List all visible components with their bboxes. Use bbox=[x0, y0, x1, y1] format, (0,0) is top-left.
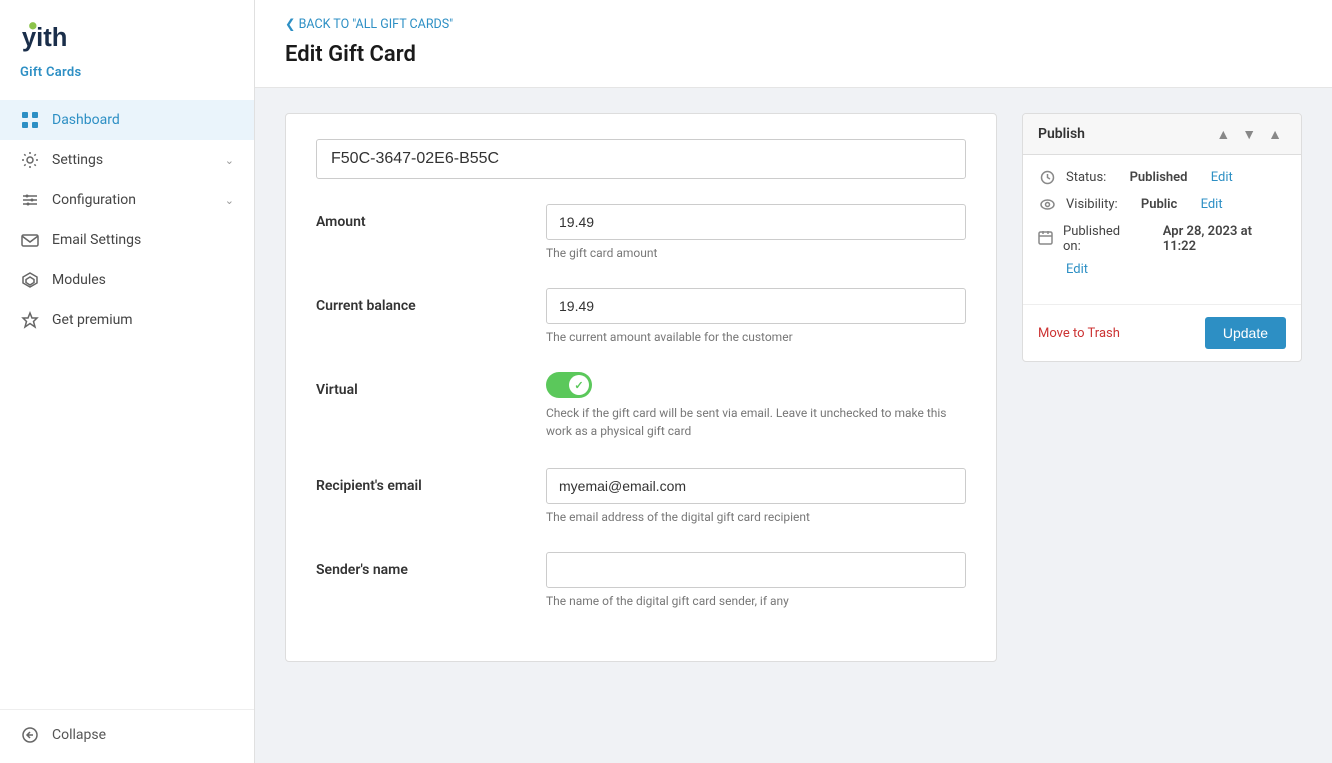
virtual-toggle[interactable]: ✓ bbox=[546, 372, 592, 398]
amount-field: The gift card amount bbox=[546, 204, 966, 260]
current-balance-input[interactable] bbox=[546, 288, 966, 324]
current-balance-label: Current balance bbox=[316, 288, 516, 314]
page-title: Edit Gift Card bbox=[285, 42, 1302, 67]
update-button[interactable]: Update bbox=[1205, 317, 1286, 349]
virtual-field: ✓ Check if the gift card will be sent vi… bbox=[546, 372, 966, 440]
publish-panel: Publish ▲ ▼ ▲ Status: bbox=[1022, 113, 1302, 362]
published-on-label: Published on: bbox=[1063, 224, 1140, 254]
current-balance-row: Current balance The current amount avail… bbox=[316, 288, 966, 344]
publish-expand-button[interactable]: ▲ bbox=[1264, 124, 1286, 144]
visibility-edit-link[interactable]: Edit bbox=[1201, 197, 1223, 212]
publish-body: Status: Published Edit Visibility: Publi… bbox=[1023, 155, 1301, 304]
sidebar-item-email-settings[interactable]: Email Settings bbox=[0, 220, 254, 260]
premium-icon bbox=[20, 310, 40, 330]
calendar-icon bbox=[1038, 230, 1053, 249]
publish-collapse-down-button[interactable]: ▼ bbox=[1238, 124, 1260, 144]
content-area: Amount The gift card amount Current bala… bbox=[255, 88, 1332, 687]
recipient-email-field: The email address of the digital gift ca… bbox=[546, 468, 966, 524]
amount-label: Amount bbox=[316, 204, 516, 230]
collapse-label: Collapse bbox=[52, 727, 234, 743]
status-edit-link[interactable]: Edit bbox=[1211, 170, 1233, 185]
sidebar-item-label: Dashboard bbox=[52, 112, 234, 128]
back-link[interactable]: ❮ BACK TO "ALL GIFT CARDS" bbox=[285, 16, 1302, 32]
email-icon bbox=[20, 230, 40, 250]
sidebar-item-label: Configuration bbox=[52, 192, 213, 208]
toggle-check-icon: ✓ bbox=[574, 379, 583, 392]
publish-header: Publish ▲ ▼ ▲ bbox=[1023, 114, 1301, 155]
sidebar-item-modules[interactable]: Modules bbox=[0, 260, 254, 300]
settings-icon bbox=[20, 150, 40, 170]
recipient-email-row: Recipient's email The email address of t… bbox=[316, 468, 966, 524]
publish-controls: ▲ ▼ ▲ bbox=[1212, 124, 1286, 144]
recipient-email-input[interactable] bbox=[546, 468, 966, 504]
sidebar-item-label: Email Settings bbox=[52, 232, 234, 248]
main-content: ❮ BACK TO "ALL GIFT CARDS" Edit Gift Car… bbox=[255, 0, 1332, 763]
virtual-toggle-wrap: ✓ bbox=[546, 372, 966, 398]
sidebar: yith Gift Cards Dashboard bbox=[0, 0, 255, 763]
recipient-email-label: Recipient's email bbox=[316, 468, 516, 494]
svg-text:yith: yith bbox=[22, 24, 68, 52]
configuration-icon bbox=[20, 190, 40, 210]
virtual-row: Virtual ✓ Check if the gift card wil bbox=[316, 372, 966, 440]
sidebar-item-label: Modules bbox=[52, 272, 234, 288]
status-label: Status: bbox=[1066, 170, 1106, 185]
publish-date-line: Published on: Apr 28, 2023 at 11:22 bbox=[1038, 224, 1286, 254]
dashboard-icon bbox=[20, 110, 40, 130]
form-panel: Amount The gift card amount Current bala… bbox=[285, 113, 997, 662]
current-balance-hint: The current amount available for the cus… bbox=[546, 330, 966, 344]
modules-icon bbox=[20, 270, 40, 290]
status-value: Published bbox=[1130, 170, 1188, 185]
sender-name-label: Sender's name bbox=[316, 552, 516, 578]
visibility-value: Public bbox=[1141, 197, 1177, 212]
publish-footer: Move to Trash Update bbox=[1023, 304, 1301, 361]
sidebar-item-dashboard[interactable]: Dashboard bbox=[0, 100, 254, 140]
published-on-date: Apr 28, 2023 at 11:22 bbox=[1163, 224, 1286, 254]
gift-card-code-input[interactable] bbox=[316, 139, 966, 179]
publish-status-row: Status: Published Edit bbox=[1038, 170, 1286, 185]
publish-collapse-up-button[interactable]: ▲ bbox=[1212, 124, 1234, 144]
amount-row: Amount The gift card amount bbox=[316, 204, 966, 260]
sidebar-item-configuration[interactable]: Configuration ⌄ bbox=[0, 180, 254, 220]
sidebar-item-get-premium[interactable]: Get premium bbox=[0, 300, 254, 340]
sidebar-collapse[interactable]: Collapse bbox=[0, 715, 254, 763]
visibility-label: Visibility: bbox=[1066, 197, 1118, 212]
yith-logo: yith bbox=[20, 18, 75, 63]
page-header: ❮ BACK TO "ALL GIFT CARDS" Edit Gift Car… bbox=[255, 0, 1332, 88]
amount-hint: The gift card amount bbox=[546, 246, 966, 260]
sidebar-logo: yith Gift Cards bbox=[0, 0, 254, 90]
sidebar-divider bbox=[0, 709, 254, 710]
sidebar-item-label: Get premium bbox=[52, 312, 234, 328]
publish-title: Publish bbox=[1038, 126, 1204, 142]
publish-visibility-row: Visibility: Public Edit bbox=[1038, 197, 1286, 212]
move-to-trash-link[interactable]: Move to Trash bbox=[1038, 326, 1120, 341]
status-icon bbox=[1038, 170, 1056, 185]
amount-input[interactable] bbox=[546, 204, 966, 240]
virtual-label: Virtual bbox=[316, 372, 516, 398]
sender-name-input[interactable] bbox=[546, 552, 966, 588]
recipient-email-hint: The email address of the digital gift ca… bbox=[546, 510, 966, 524]
collapse-icon bbox=[20, 725, 40, 745]
sender-name-row: Sender's name The name of the digital gi… bbox=[316, 552, 966, 608]
published-on-edit-link[interactable]: Edit bbox=[1066, 262, 1088, 277]
visibility-icon bbox=[1038, 197, 1056, 212]
sidebar-nav: Dashboard Settings ⌄ bbox=[0, 90, 254, 704]
virtual-hint: Check if the gift card will be sent via … bbox=[546, 404, 966, 440]
publish-date-row: Published on: Apr 28, 2023 at 11:22 Edit bbox=[1038, 224, 1286, 277]
sender-name-hint: The name of the digital gift card sender… bbox=[546, 594, 966, 608]
current-balance-field: The current amount available for the cus… bbox=[546, 288, 966, 344]
brand-name: Gift Cards bbox=[20, 65, 234, 80]
sidebar-item-label: Settings bbox=[52, 152, 213, 168]
sender-name-field: The name of the digital gift card sender… bbox=[546, 552, 966, 608]
chevron-down-icon: ⌄ bbox=[225, 194, 234, 207]
chevron-down-icon: ⌄ bbox=[225, 154, 234, 167]
sidebar-item-settings[interactable]: Settings ⌄ bbox=[0, 140, 254, 180]
